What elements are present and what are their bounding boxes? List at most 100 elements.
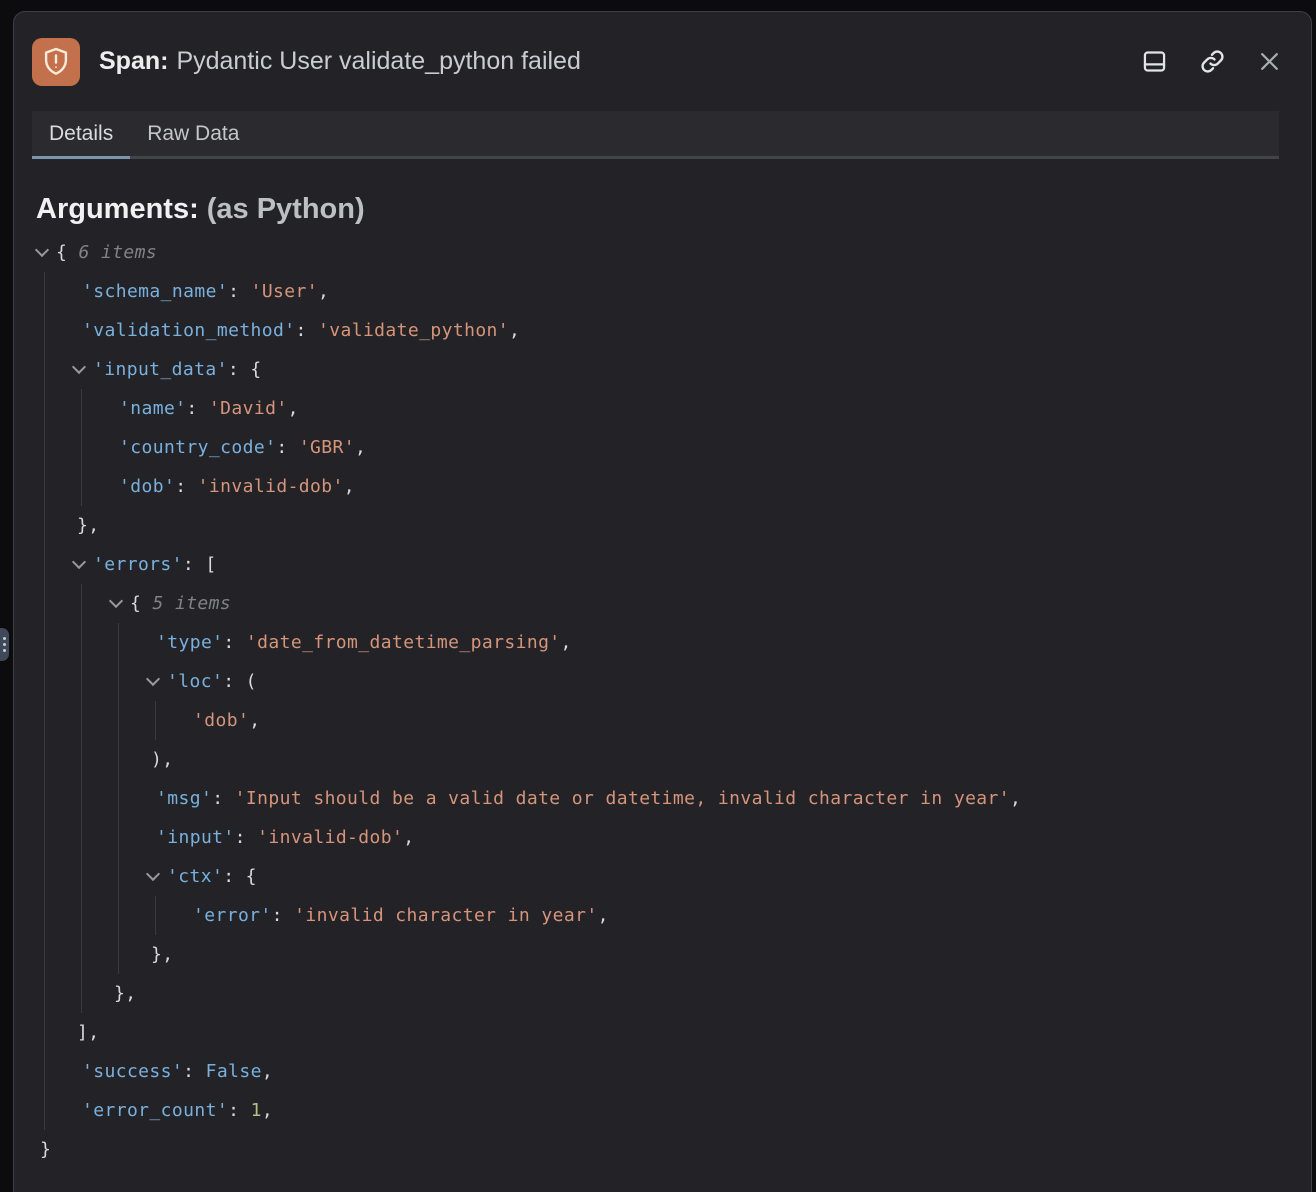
tree-token: , xyxy=(249,710,260,731)
panel-title-prefix: Span: xyxy=(99,47,168,75)
tree-children: 'name': 'David','country_code': 'GBR','d… xyxy=(81,389,1291,506)
tree-row: 'msg': 'Input should be a valid date or … xyxy=(147,779,1291,818)
tree-token: : xyxy=(272,905,294,926)
tree-children: 'type': 'date_from_datetime_parsing','lo… xyxy=(118,623,1291,974)
tree-token: : { xyxy=(228,359,262,380)
dock-bottom-icon xyxy=(1141,48,1168,75)
tree-token: 'name' xyxy=(119,398,186,419)
drag-dot xyxy=(3,643,6,646)
tab-details[interactable]: Details xyxy=(32,111,130,156)
tree-token: , xyxy=(403,827,414,848)
tree-row: 'input_data': { xyxy=(73,350,1291,389)
tree-token: ), xyxy=(151,749,173,770)
tree-row: 'errors': [ xyxy=(73,545,1291,584)
drawer-drag-handle[interactable] xyxy=(0,628,9,661)
tree-token: 'country_code' xyxy=(119,437,276,458)
dock-bottom-button[interactable] xyxy=(1138,45,1171,78)
tree-token: 'David' xyxy=(209,398,288,419)
tree-token: 6 items xyxy=(78,242,157,263)
tree-row: 'input': 'invalid-dob', xyxy=(147,818,1291,857)
drag-dot xyxy=(3,649,6,652)
copy-link-button[interactable] xyxy=(1196,45,1229,78)
tree-token: 'error' xyxy=(193,905,272,926)
tree-token: }, xyxy=(114,983,136,1004)
tree-row: ), xyxy=(147,740,1291,779)
tree-token: }, xyxy=(151,944,173,965)
tree-token: 'input_data' xyxy=(93,359,228,380)
tree-token: 'date_from_datetime_parsing' xyxy=(246,632,561,653)
panel-title-text: Pydantic User validate_python failed xyxy=(176,47,580,75)
tree-token: False xyxy=(206,1061,262,1082)
tree-row: 'validation_method': 'validate_python', xyxy=(73,311,1291,350)
close-button[interactable] xyxy=(1254,46,1285,77)
tree-row: }, xyxy=(110,974,1291,1013)
alert-shield-icon xyxy=(32,38,80,86)
tree-row: }, xyxy=(73,506,1291,545)
tree-token: , xyxy=(1010,788,1021,809)
tree-token: 'loc' xyxy=(167,671,223,692)
tree-token: 'error_count' xyxy=(82,1100,228,1121)
tree-token: { xyxy=(130,593,152,614)
tab-raw-data[interactable]: Raw Data xyxy=(130,111,256,156)
tree-token: 1 xyxy=(251,1100,262,1121)
tree-token: , xyxy=(262,1100,273,1121)
tree-row: { 5 items xyxy=(110,584,1291,623)
tree-row: 'country_code': 'GBR', xyxy=(110,428,1291,467)
tree-token: : xyxy=(276,437,298,458)
tree-token: : xyxy=(235,827,257,848)
tree-token: : { xyxy=(223,866,257,887)
tree-token: 'success' xyxy=(82,1061,183,1082)
tree-token: : xyxy=(296,320,318,341)
copy-link-icon xyxy=(1199,48,1226,75)
tree-token: 'dob' xyxy=(193,710,249,731)
tree-children: { 5 items'type': 'date_from_datetime_par… xyxy=(81,584,1291,1013)
chevron-down-icon[interactable] xyxy=(146,867,160,881)
tree-token: 5 items xyxy=(152,593,231,614)
tree-token: , xyxy=(561,632,572,653)
tree-row: 'name': 'David', xyxy=(110,389,1291,428)
tree-token: : xyxy=(175,476,197,497)
tree-token: , xyxy=(262,1061,273,1082)
tree-token: : xyxy=(228,1100,250,1121)
tree-token: : [ xyxy=(183,554,217,575)
tree-token: , xyxy=(288,398,299,419)
chevron-down-icon[interactable] xyxy=(109,594,123,608)
tree-token: , xyxy=(318,281,329,302)
tree-children: 'dob', xyxy=(155,701,1291,740)
tree-row: 'loc': ( xyxy=(147,662,1291,701)
tree-token: : ( xyxy=(223,671,257,692)
tab-details-label: Details xyxy=(49,122,113,146)
tree-row: 'type': 'date_from_datetime_parsing', xyxy=(147,623,1291,662)
tree-token: 'invalid character in year' xyxy=(294,905,597,926)
tree-children: 'schema_name': 'User','validation_method… xyxy=(44,272,1291,1130)
tree-token: 'dob' xyxy=(119,476,175,497)
tree-token: : xyxy=(228,281,250,302)
tree-token: 'invalid-dob' xyxy=(257,827,403,848)
tree-token: 'User' xyxy=(251,281,318,302)
arguments-heading-suffix: (as Python) xyxy=(207,193,365,225)
tree-token: 'validation_method' xyxy=(82,320,296,341)
arguments-heading-main: Arguments: xyxy=(36,193,199,225)
tree-token: 'invalid-dob' xyxy=(198,476,344,497)
chevron-down-icon[interactable] xyxy=(146,672,160,686)
tree-row: 'success': False, xyxy=(73,1052,1291,1091)
tree-token: 'validate_python' xyxy=(318,320,509,341)
close-icon xyxy=(1257,49,1282,74)
chevron-down-icon[interactable] xyxy=(35,243,49,257)
json-tree: { 6 items 'schema_name': 'User','validati… xyxy=(36,233,1291,1169)
tree-token: 'Input should be a valid date or datetim… xyxy=(235,788,1010,809)
tree-token: 'GBR' xyxy=(299,437,355,458)
tree-token: 'type' xyxy=(156,632,223,653)
tree-token: { xyxy=(56,242,78,263)
chevron-down-icon[interactable] xyxy=(72,555,86,569)
tree-row: 'dob': 'invalid-dob', xyxy=(110,467,1291,506)
tab-bar: Details Raw Data xyxy=(32,111,1279,159)
arguments-heading: Arguments:(as Python) xyxy=(36,193,1291,226)
details-content: Arguments:(as Python) { 6 items 'schema_n… xyxy=(14,159,1311,1169)
header-actions xyxy=(1138,45,1285,78)
tree-row: }, xyxy=(147,935,1291,974)
tree-token: : xyxy=(183,1061,205,1082)
tree-token: 'errors' xyxy=(93,554,183,575)
tree-token: ], xyxy=(77,1022,99,1043)
chevron-down-icon[interactable] xyxy=(72,360,86,374)
